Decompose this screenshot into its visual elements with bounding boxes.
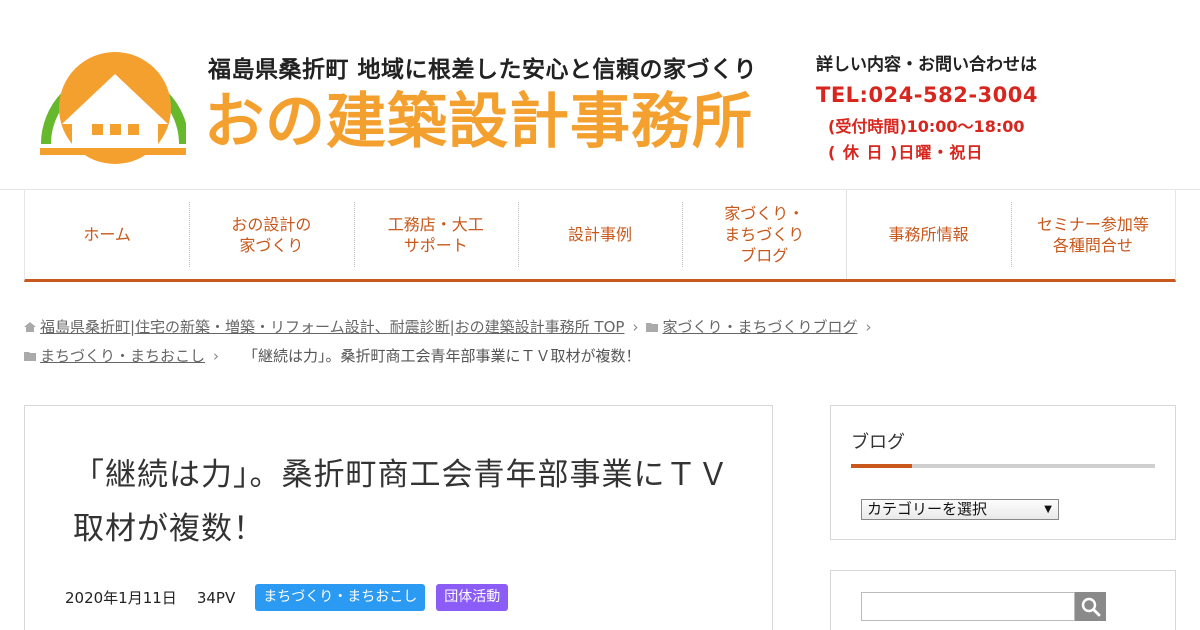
nav-item-house-building[interactable]: おの設計の 家づくり xyxy=(189,190,353,279)
nav-item-office-info[interactable]: 事務所情報 xyxy=(846,190,1010,279)
contact-info: 詳しい内容・お問い合わせは TEL:024-582-3004 (受付時間)10:… xyxy=(816,50,1056,163)
search-input[interactable] xyxy=(861,592,1075,621)
widget-title-underline xyxy=(851,464,1155,468)
breadcrumb-current: 「継続は力」。桑折町商工会青年部事業にＴＶ取材が複数！ xyxy=(243,347,641,365)
article-card: 「継続は力」。桑折町商工会青年部事業にＴＶ取材が複数！ 2020年1月11日 3… xyxy=(24,405,773,630)
blog-category-widget: ブログ カテゴリーを選択 ▼ xyxy=(830,405,1176,540)
search-widget xyxy=(830,570,1176,630)
home-icon xyxy=(24,321,36,332)
nav-item-builder-support[interactable]: 工務店・大工 サポート xyxy=(353,190,518,279)
breadcrumb-line-2: まちづくり・まちおこし › 「継続は力」。桑折町商工会青年部事業にＴＶ取材が複数！ xyxy=(24,342,1176,371)
nav-item-blog[interactable]: 家づくり・ まちづくり ブログ xyxy=(682,190,846,279)
site-header: 福島県桑折町 地域に根差した安心と信頼の家づくり おの建築設計事務所 詳しい内容… xyxy=(0,0,1200,190)
search-button[interactable] xyxy=(1075,592,1106,621)
breadcrumb-category-link[interactable]: 家づくり・まちづくりブログ xyxy=(662,318,857,336)
folder-icon xyxy=(646,322,659,332)
nav-item-contact[interactable]: セミナー参加等 各種問合せ xyxy=(1010,190,1175,279)
nav-item-design-examples[interactable]: 設計事例 xyxy=(517,190,682,279)
breadcrumb-subcategory-link[interactable]: まちづくり・まちおこし xyxy=(40,347,205,365)
main-nav: ホーム おの設計の 家づくり 工務店・大工 サポート 設計事例 家づくり・ まち… xyxy=(24,190,1176,282)
chevron-right-icon: › xyxy=(632,318,639,336)
breadcrumb: 福島県桑折町|住宅の新築・増築・リフォーム設計、耐震診断|おの建築設計事務所 T… xyxy=(24,313,1176,371)
chevron-right-icon: › xyxy=(865,318,872,336)
category-select[interactable]: カテゴリーを選択 ▼ xyxy=(861,499,1059,520)
contact-hours: (受付時間)10:00〜18:00 xyxy=(828,117,1025,136)
search-icon xyxy=(1081,597,1100,616)
chevron-right-icon: › xyxy=(213,347,220,365)
site-tagline: 福島県桑折町 地域に根差した安心と信頼の家づくり xyxy=(208,57,758,83)
widget-title: ブログ xyxy=(851,432,905,453)
category-tag-group-activity[interactable]: 団体活動 xyxy=(436,584,509,611)
category-select-value: カテゴリーを選択 xyxy=(867,500,988,518)
folder-icon xyxy=(24,351,36,361)
category-tag-machizukuri[interactable]: まちづくり・まちおこし xyxy=(255,584,426,611)
post-date: 2020年1月11日 xyxy=(65,589,177,607)
breadcrumb-home-link[interactable]: 福島県桑折町|住宅の新築・増築・リフォーム設計、耐震診断|おの建築設計事務所 T… xyxy=(40,318,624,336)
site-title[interactable]: おの建築設計事務所 xyxy=(204,84,753,160)
nav-item-home[interactable]: ホーム xyxy=(25,190,189,279)
widget-title-accent xyxy=(851,464,912,468)
article-title: 「継続は力」。桑折町商工会青年部事業にＴＶ取材が複数！ xyxy=(73,457,730,547)
article-meta: 2020年1月11日 34PV まちづくり・まちおこし 団体活動 xyxy=(65,584,519,611)
contact-title: 詳しい内容・お問い合わせは xyxy=(816,55,1037,75)
page-view-count: 34PV xyxy=(196,588,236,607)
house-logo-icon[interactable] xyxy=(36,26,186,166)
contact-phone[interactable]: TEL:024-582-3004 xyxy=(816,83,1056,107)
contact-holiday: ( 休 日 )日曜・祝日 xyxy=(828,143,984,162)
caret-down-icon: ▼ xyxy=(1044,504,1052,515)
breadcrumb-line-1: 福島県桑折町|住宅の新築・増築・リフォーム設計、耐震診断|おの建築設計事務所 T… xyxy=(24,313,1176,342)
